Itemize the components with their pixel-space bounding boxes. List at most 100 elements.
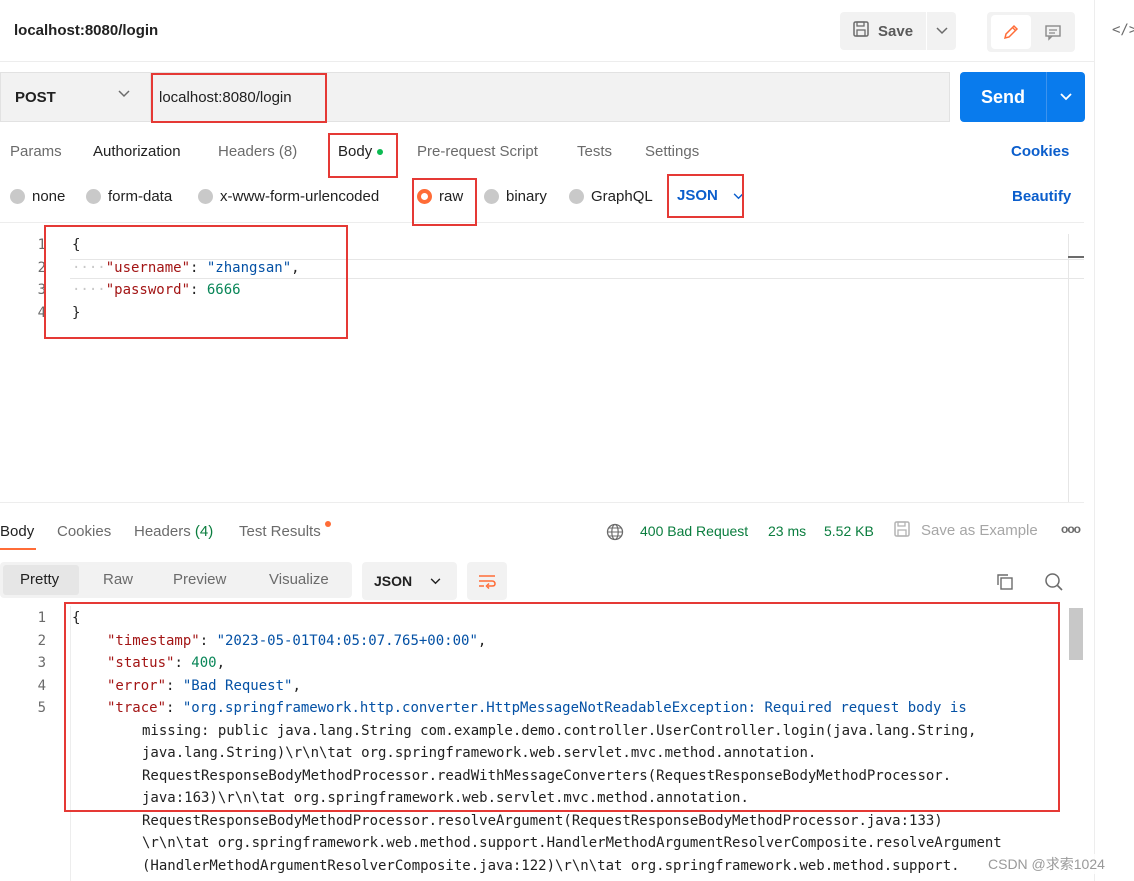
tab-headers-label: Headers [218, 143, 275, 160]
save-icon [894, 521, 910, 537]
radio-none[interactable]: none [10, 188, 65, 205]
response-line: RequestResponseBodyMethodProcessor.readW… [142, 768, 952, 784]
radio-label: none [32, 188, 66, 205]
radio-label: GraphQL [591, 188, 653, 205]
documentation-button[interactable] [1034, 15, 1072, 49]
response-line: "trace": "org.springframework.http.conve… [107, 700, 967, 716]
save-options-button[interactable] [927, 12, 956, 50]
json-colon: : [190, 260, 207, 276]
chevron-down-icon [733, 193, 744, 200]
line-number: 3 [37, 282, 46, 298]
radio-circle [86, 189, 101, 204]
response-size[interactable]: 5.52 KB [824, 523, 874, 539]
tab-params[interactable]: Params [10, 143, 62, 160]
response-line: java:163)\r\n\tat org.springframework.we… [142, 790, 749, 806]
radio-circle [198, 189, 213, 204]
format-raw[interactable]: Raw [103, 571, 133, 588]
radio-raw[interactable]: raw [417, 188, 463, 205]
response-tab-cookies[interactable]: Cookies [57, 523, 111, 540]
line-number: 3 [37, 655, 46, 671]
radio-graphql[interactable]: GraphQL [569, 188, 653, 205]
chevron-down-icon [118, 90, 130, 98]
globe-icon[interactable] [606, 523, 624, 541]
tab-pre-request-script[interactable]: Pre-request Script [417, 143, 538, 160]
radio-label: binary [506, 188, 547, 205]
tab-body[interactable]: Body [338, 143, 384, 160]
json-key: "username" [105, 260, 191, 276]
beautify-link[interactable]: Beautify [1012, 188, 1071, 205]
scroll-marker [1068, 256, 1084, 258]
comment-icon [1045, 25, 1061, 41]
save-button[interactable]: Save [840, 12, 926, 50]
editor-scrollbar[interactable] [1068, 234, 1084, 502]
cookies-link[interactable]: Cookies [1011, 143, 1069, 160]
response-scrollbar-thumb[interactable] [1069, 608, 1083, 660]
test-results-indicator [325, 521, 331, 527]
search-icon[interactable] [1044, 572, 1064, 592]
copy-icon[interactable] [995, 572, 1015, 592]
indent-guide: ···· [72, 260, 106, 276]
radio-form-data[interactable]: form-data [86, 188, 172, 205]
response-line: "timestamp": "2023-05-01T04:05:07.765+00… [107, 633, 487, 649]
json-value: "2023-05-01T04:05:07.765+00:00" [216, 633, 478, 649]
response-language-label: JSON [374, 573, 413, 589]
status-code[interactable]: 400 Bad Request [640, 523, 748, 539]
wrap-icon [479, 575, 496, 589]
method-label: POST [15, 88, 56, 106]
radio-label: form-data [108, 188, 173, 205]
watermark: CSDN @求索1024 [988, 854, 1105, 874]
url-input[interactable]: localhost:8080/login [150, 72, 950, 122]
response-tab-headers[interactable]: Headers (4) [134, 523, 213, 540]
body-language-label: JSON [677, 187, 718, 204]
radio-urlencoded[interactable]: x-www-form-urlencoded [198, 188, 379, 205]
radio-circle-selected [417, 189, 432, 204]
tab-settings[interactable]: Settings [645, 143, 699, 160]
response-line: java.lang.String)\r\n\tat org.springfram… [142, 745, 817, 761]
line-number: 2 [37, 633, 46, 649]
line-number: 4 [37, 678, 46, 694]
pencil-icon [1003, 24, 1019, 40]
response-line: RequestResponseBodyMethodProcessor.resol… [142, 813, 943, 829]
send-label: Send [980, 86, 1025, 107]
json-value: "org.springframework.http.converter.Http… [182, 700, 967, 716]
response-line: (HandlerMethodArgumentResolverComposite.… [142, 858, 960, 874]
request-tab-title[interactable]: localhost:8080/login [14, 22, 158, 39]
tab-headers[interactable]: Headers (8) [218, 143, 297, 160]
body-language-select[interactable]: JSON [677, 187, 718, 204]
response-line: "error": "Bad Request", [107, 678, 301, 694]
code-icon[interactable]: </> [1112, 22, 1134, 38]
tab-headers-count: (8) [278, 143, 298, 160]
json-colon: : [190, 282, 207, 298]
tab-authorization[interactable]: Authorization [93, 143, 181, 160]
chevron-down-icon [430, 577, 441, 584]
line-number: 5 [37, 700, 46, 716]
format-visualize[interactable]: Visualize [269, 571, 329, 588]
save-label: Save [878, 22, 914, 40]
more-options-icon[interactable]: ooo [1061, 522, 1081, 536]
response-language-select[interactable]: JSON [362, 562, 457, 600]
format-preview[interactable]: Preview [173, 571, 226, 588]
send-options-button[interactable] [1046, 72, 1085, 122]
radio-binary[interactable]: binary [484, 188, 547, 205]
json-key: "status" [107, 655, 175, 671]
save-as-example-button[interactable]: Save as Example [921, 522, 1038, 539]
line-number: 1 [37, 610, 46, 626]
send-button[interactable]: Send [960, 72, 1046, 122]
response-tab-test-results[interactable]: Test Results [239, 523, 321, 540]
response-time[interactable]: 23 ms [768, 523, 806, 539]
json-key: "error" [107, 678, 167, 694]
modified-indicator [377, 149, 384, 156]
wrap-lines-button[interactable] [467, 562, 507, 600]
response-tab-body[interactable]: Body [0, 523, 34, 540]
edit-mode-button[interactable] [991, 15, 1031, 49]
radio-circle [484, 189, 499, 204]
chevron-down-icon [935, 27, 948, 35]
tab-tests[interactable]: Tests [577, 143, 612, 160]
json-key: "trace" [107, 700, 167, 716]
code-line: ····"username": "zhangsan", [72, 260, 300, 276]
json-value: 400 [191, 655, 217, 671]
json-value: "Bad Request" [182, 678, 293, 694]
indent-guide: ···· [72, 282, 106, 298]
format-pretty[interactable]: Pretty [20, 571, 59, 588]
save-icon [852, 20, 870, 42]
